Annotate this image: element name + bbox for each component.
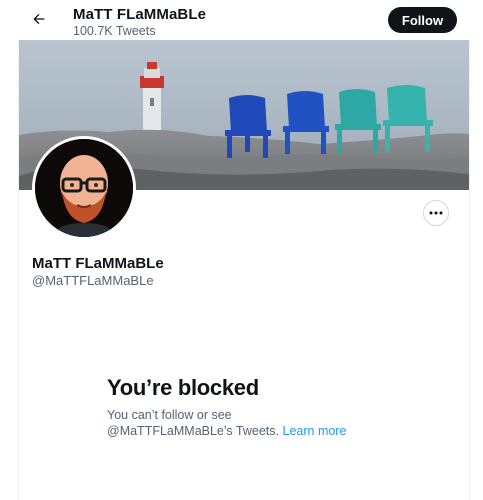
back-arrow-icon[interactable] <box>28 8 50 30</box>
profile-name: MaTT FLaMMaBLe <box>32 255 164 272</box>
blocked-message-line1: You can’t follow or see <box>107 408 232 422</box>
avatar-image <box>35 139 133 237</box>
more-options-icon[interactable] <box>423 200 449 226</box>
blocked-message-line2: @MaTTFLaMMaBLe’s Tweets. Learn more <box>107 424 346 438</box>
blocked-message-text: @MaTTFLaMMaBLe’s Tweets. <box>107 424 280 438</box>
blocked-title: You’re blocked <box>107 375 259 400</box>
follow-button[interactable]: Follow <box>388 7 457 33</box>
profile-avatar[interactable] <box>32 136 136 240</box>
header-tweet-count: 100.7K Tweets <box>73 24 156 38</box>
profile-handle: @MaTTFLaMMaBLe <box>32 273 154 288</box>
header-profile-name: MaTT FLaMMaBLe <box>73 6 207 23</box>
profile-header: MaTT FLaMMaBLe 100.7K Tweets Follow <box>0 0 483 40</box>
learn-more-link[interactable]: Learn more <box>283 424 347 438</box>
